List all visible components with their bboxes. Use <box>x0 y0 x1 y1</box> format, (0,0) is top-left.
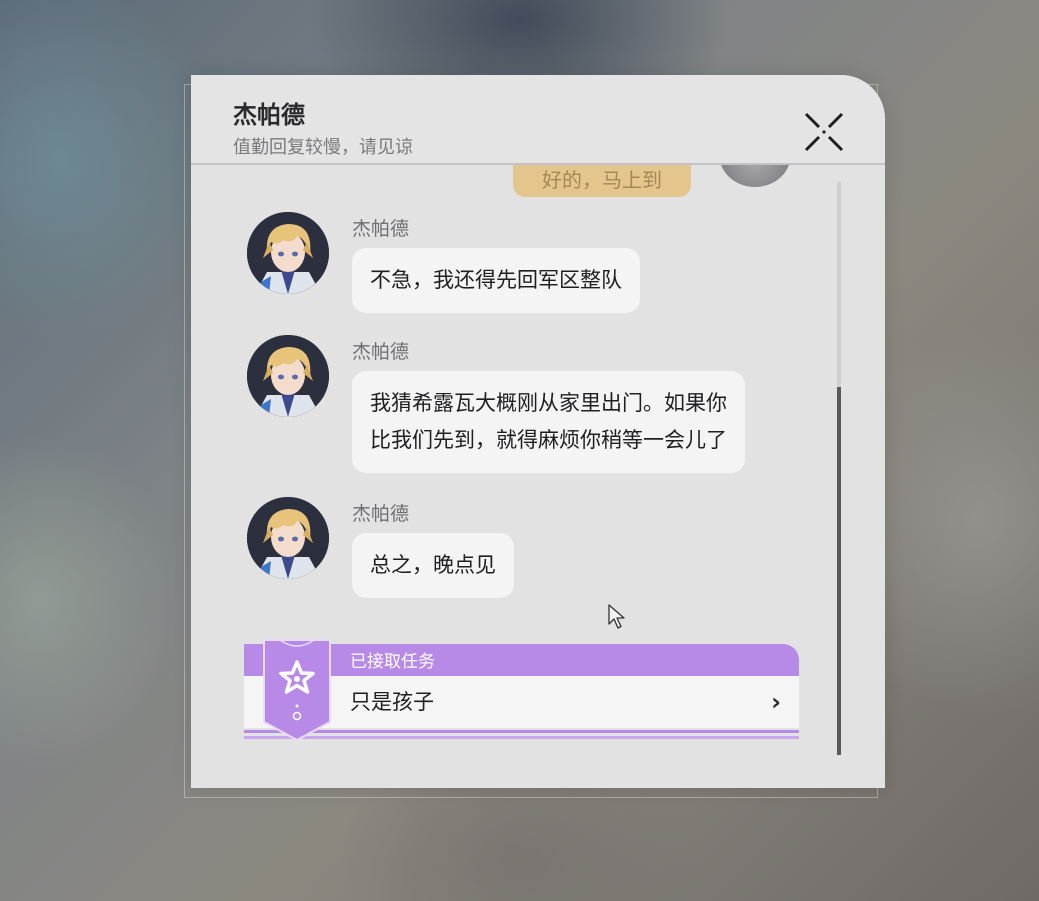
message-list[interactable]: 好的，马上到 杰帕德 不急，我还得先回军区整队 杰帕德 我猜希露瓦大概刚从家里出… <box>191 165 885 788</box>
contact-name: 杰帕德 <box>233 101 305 129</box>
character-portrait-icon <box>247 497 329 579</box>
message-bubble: 我猜希露瓦大概刚从家里出门。如果你 比我们先到，就得麻烦你稍等一会儿了 <box>352 371 745 473</box>
quest-status-label: 已接取任务 <box>350 652 435 672</box>
chevron-right-icon: › <box>771 688 781 716</box>
quest-card[interactable]: 已接取任务 只是孩子 › <box>244 639 799 742</box>
close-icon <box>804 112 844 152</box>
character-portrait-icon <box>247 212 329 294</box>
mouse-cursor-icon <box>608 604 628 630</box>
player-avatar <box>719 165 791 187</box>
sender-avatar[interactable] <box>247 212 329 294</box>
message-line: 我猜希露瓦大概刚从家里出门。如果你 <box>370 391 727 415</box>
close-button[interactable] <box>803 111 845 153</box>
message-bubble: 不急，我还得先回军区整队 <box>352 248 640 313</box>
message-line: 比我们先到，就得麻烦你稍等一会儿了 <box>370 428 727 452</box>
sender-name: 杰帕德 <box>352 218 410 240</box>
scrollbar-thumb[interactable] <box>837 387 841 755</box>
sender-avatar[interactable] <box>247 497 329 579</box>
contact-status: 值勤回复较慢，请见谅 <box>233 137 413 158</box>
chat-header: 杰帕德 值勤回复较慢，请见谅 <box>191 75 885 165</box>
chat-panel: 杰帕德 值勤回复较慢，请见谅 好的，马上到 杰帕德 不急，我还得先回军区整队 杰… <box>191 75 885 788</box>
sender-avatar[interactable] <box>247 335 329 417</box>
sender-name: 杰帕德 <box>352 503 410 525</box>
sender-name: 杰帕德 <box>352 341 410 363</box>
message-bubble: 总之，晚点见 <box>352 533 514 598</box>
previous-reply-bubble: 好的，马上到 <box>513 165 691 197</box>
star-badge-icon <box>263 639 331 742</box>
quest-badge <box>262 638 332 742</box>
character-portrait-icon <box>247 335 329 417</box>
quest-name: 只是孩子 <box>350 690 434 714</box>
